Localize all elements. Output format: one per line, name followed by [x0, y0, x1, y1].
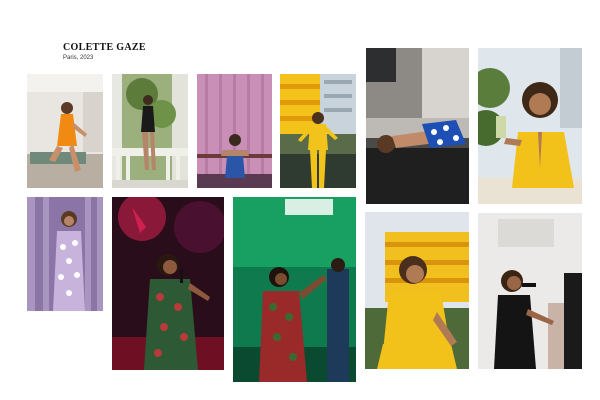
header: COLETTE GAZE Paris, 2023 [63, 42, 146, 61]
photo-lavender-polka-dot[interactable] [27, 197, 103, 311]
photo-polka-dot-lying[interactable] [366, 48, 469, 204]
page-subtitle: Paris, 2023 [63, 55, 94, 61]
photo-yellow-dress-drink[interactable] [478, 48, 582, 204]
photo-yellow-suit-building[interactable] [280, 74, 356, 188]
photo-orange-dress[interactable] [27, 74, 103, 188]
photo-singer-green-stage[interactable] [233, 197, 356, 382]
page-title: COLETTE GAZE [63, 42, 146, 53]
photo-pink-wall[interactable] [197, 74, 272, 188]
photo-yellow-suit-seated[interactable] [365, 212, 469, 369]
photo-singer-black[interactable] [478, 213, 582, 369]
photo-singer-red[interactable] [112, 197, 224, 370]
photo-balcony[interactable] [112, 74, 188, 188]
